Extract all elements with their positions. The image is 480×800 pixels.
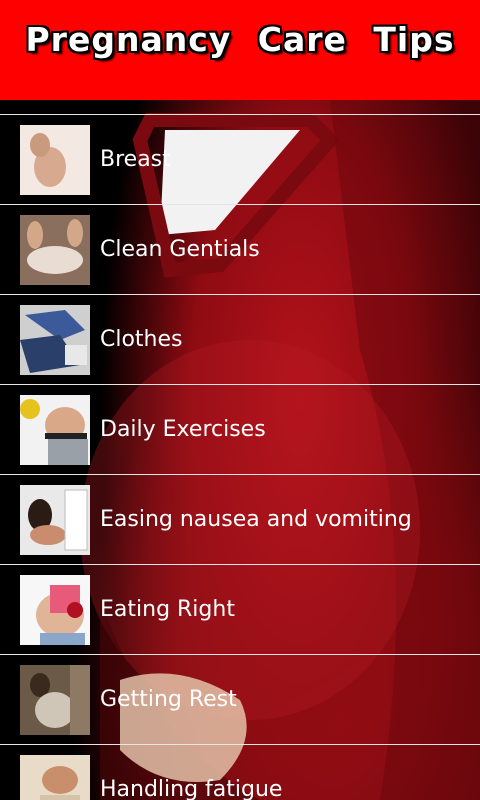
topic-label: Easing nausea and vomiting <box>100 507 412 532</box>
topic-label: Breast <box>100 147 171 172</box>
nausea-photo-icon <box>20 485 90 555</box>
topic-row-handling-fatigue[interactable]: Handling fatigue <box>0 744 480 800</box>
topic-label: Getting Rest <box>100 687 237 712</box>
breast-photo-icon <box>20 125 90 195</box>
eating-photo-icon <box>20 575 90 645</box>
topic-label: Eating Right <box>100 597 235 622</box>
exercise-photo-icon <box>20 395 90 465</box>
rest-photo-icon <box>20 665 90 735</box>
fatigue-photo-icon <box>20 755 90 800</box>
topic-label: Clean Gentials <box>100 237 260 262</box>
topic-row-eating-right[interactable]: Eating Right <box>0 564 480 654</box>
topic-row-clean-gentials[interactable]: Clean Gentials <box>0 204 480 294</box>
clothes-photo-icon <box>20 305 90 375</box>
topic-row-easing-nausea[interactable]: Easing nausea and vomiting <box>0 474 480 564</box>
clean-photo-icon <box>20 215 90 285</box>
app-header: Pregnancy Care Tips <box>0 0 480 100</box>
topic-row-getting-rest[interactable]: Getting Rest <box>0 654 480 744</box>
topic-row-breast[interactable]: Breast <box>0 114 480 204</box>
topic-row-clothes[interactable]: Clothes <box>0 294 480 384</box>
app-screen: Pregnancy Care Tips Breast Clean Gential… <box>0 0 480 800</box>
app-title: Pregnancy Care Tips <box>25 20 455 59</box>
topic-label: Handling fatigue <box>100 777 283 800</box>
topic-label: Clothes <box>100 327 183 352</box>
topic-label: Daily Exercises <box>100 417 266 442</box>
topic-list: Breast Clean Gentials Clothes Daily Exer… <box>0 114 480 800</box>
topic-row-daily-exercises[interactable]: Daily Exercises <box>0 384 480 474</box>
